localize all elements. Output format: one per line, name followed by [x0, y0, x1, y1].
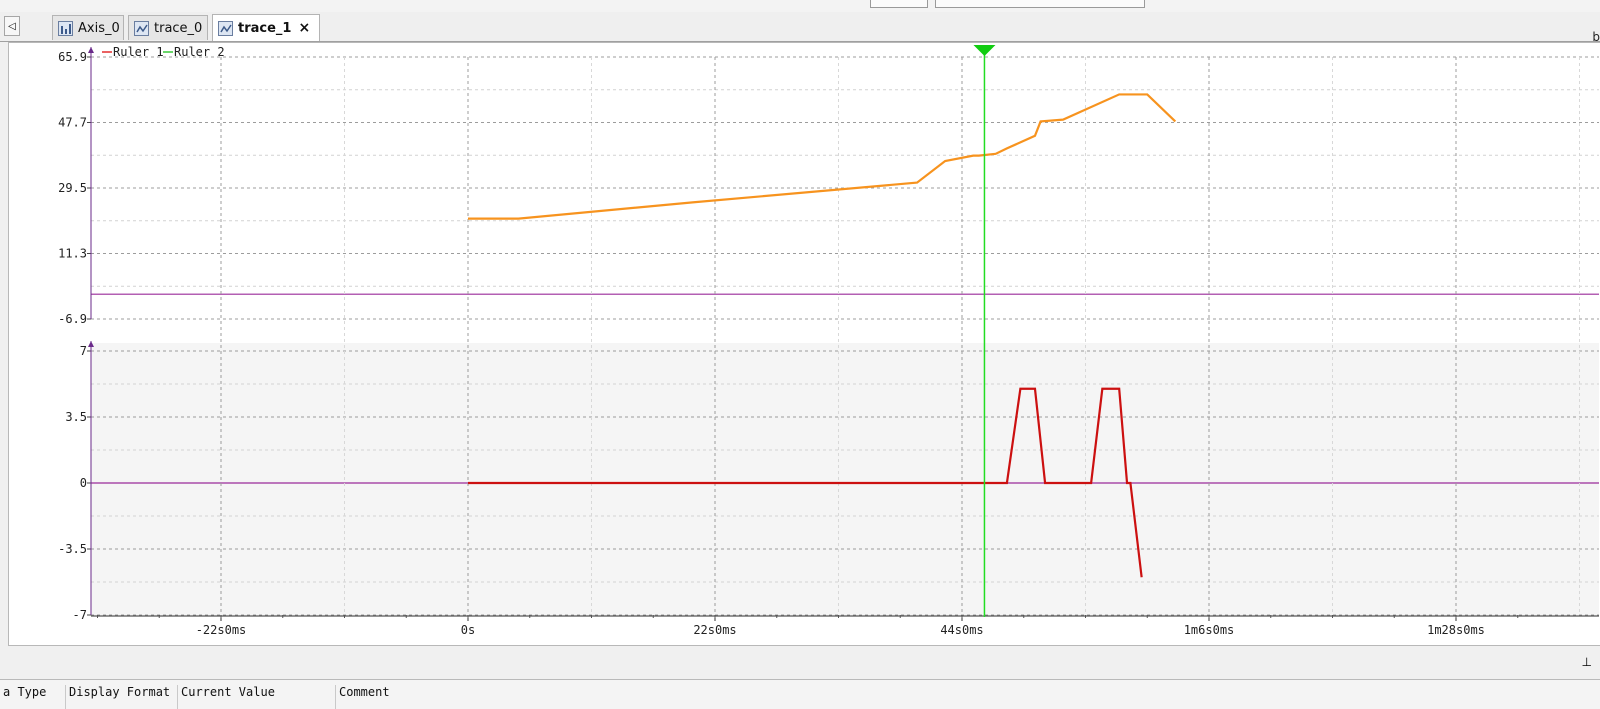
column-header-current-value[interactable]: Current Value [178, 685, 336, 709]
legend-label: Ruler 2 [174, 45, 225, 59]
trace-icon [218, 20, 233, 36]
ruler-marker [973, 45, 996, 56]
y-tick-label: -3.5 [58, 542, 87, 556]
tab-label: trace_0 [154, 20, 203, 36]
tab-trace-1[interactable]: trace_1 × [212, 14, 320, 41]
trace-icon [134, 20, 149, 36]
scroll-left-button[interactable]: ◁ [4, 16, 20, 36]
trace-chart[interactable]: 65.9 47.7 29.5 11.3 -6.9 7 3.5 0 -3.5 -7 -22s0ms 0s… [9, 43, 1599, 645]
column-header-type[interactable]: a Type [0, 685, 66, 709]
column-header-comment[interactable]: Comment [336, 685, 636, 709]
y-tick-label: 3.5 [65, 410, 87, 424]
y-tick-label: 7 [80, 344, 87, 358]
x-tick-label: 44s0ms [940, 623, 983, 637]
tab-bar: ◁ Axis_0 trace_0 trace_1 × b [0, 12, 1600, 44]
close-icon[interactable]: × [298, 20, 310, 36]
toolbar-button[interactable] [870, 0, 928, 8]
x-tick-label: 22s0ms [693, 623, 736, 637]
y-tick-label: -7 [73, 608, 87, 622]
column-header-display-format[interactable]: Display Format [66, 685, 178, 709]
legend: Ruler 1 Ruler 2 [102, 45, 225, 59]
tab-label: Axis_0 [78, 20, 120, 36]
trace-upper [468, 93, 1177, 220]
y-tick-label: 11.3 [58, 247, 87, 261]
y-tick-label: 47.7 [58, 116, 87, 130]
variable-table-header: a Type Display Format Current Value Comm… [0, 679, 1600, 709]
legend-label: Ruler 1 [113, 45, 164, 59]
lower-panel-background [91, 343, 1599, 617]
x-tick-label: 0s [461, 623, 475, 637]
trace-plot-frame[interactable]: 65.9 47.7 29.5 11.3 -6.9 7 3.5 0 -3.5 -7 -22s0ms 0s… [8, 42, 1600, 646]
status-row: ⊥ [0, 647, 1600, 677]
toolbar-dropdown[interactable] [935, 0, 1145, 8]
y-tick-label: 0 [80, 476, 87, 490]
x-tick-label: -22s0ms [196, 623, 247, 637]
y-tick-label: -6.9 [58, 312, 87, 326]
y-axis-arrow [88, 47, 94, 53]
x-tick-label: 1m6s0ms [1184, 623, 1235, 637]
tab-trace-0[interactable]: trace_0 [128, 15, 208, 40]
y-tick-label: 65.9 [58, 50, 87, 64]
pin-icon[interactable]: ⊥ [1582, 655, 1592, 669]
y-tick-label: 29.5 [58, 181, 87, 195]
x-tick-label: 1m28s0ms [1427, 623, 1485, 637]
chevron-left-icon: ◁ [8, 20, 16, 32]
tab-axis-0[interactable]: Axis_0 [52, 15, 124, 40]
axis-icon [58, 20, 73, 36]
tab-label: trace_1 [238, 20, 292, 36]
